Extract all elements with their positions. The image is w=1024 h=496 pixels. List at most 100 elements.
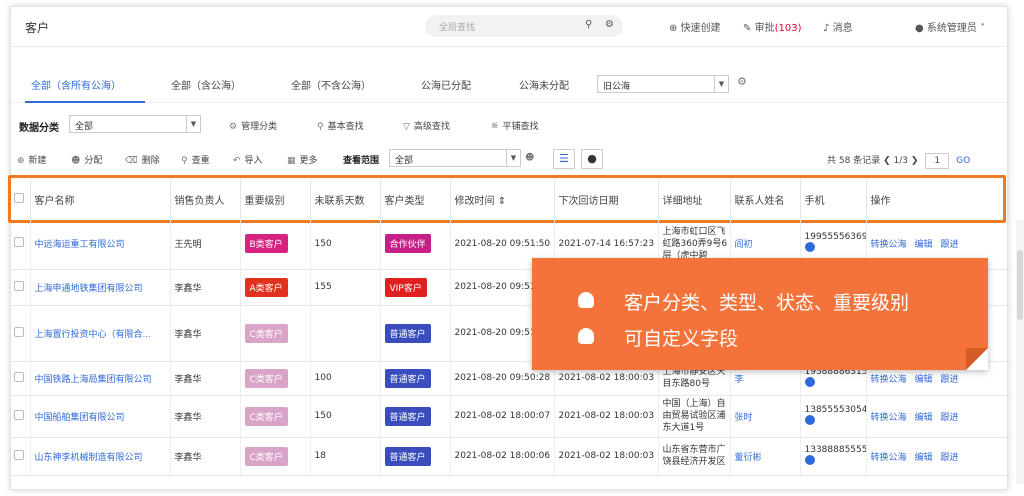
type-cell: 普通客户 xyxy=(380,437,451,476)
tab-pool-unassigned[interactable]: 公海未分配 xyxy=(519,77,569,92)
customer-name-link[interactable]: 上海置行投资中心（有限合... xyxy=(30,305,171,362)
row-checkbox[interactable] xyxy=(10,219,31,270)
row-checkbox[interactable] xyxy=(10,395,31,438)
basic-search-label: 基本查找 xyxy=(327,122,364,132)
row-checkbox[interactable] xyxy=(10,305,31,362)
edit-link[interactable]: 编辑 xyxy=(915,375,933,385)
scope-select[interactable]: 全部 ▼ xyxy=(389,149,521,167)
contact-link[interactable]: 张时 xyxy=(730,395,801,438)
follow-link[interactable]: 跟进 xyxy=(941,375,959,385)
manage-category-label: 管理分类 xyxy=(241,122,278,132)
globe-view-button[interactable]: ● xyxy=(581,149,603,169)
dedupe-label: 查重 xyxy=(191,156,210,166)
prev-page-icon[interactable]: ❮ xyxy=(883,156,891,166)
gear-icon[interactable]: ⚙ xyxy=(737,75,747,88)
type-badge: 普通客户 xyxy=(384,446,431,466)
assign-label: 分配 xyxy=(84,156,103,166)
customer-name-link[interactable]: 上海申通地铁集团有限公司 xyxy=(30,269,171,306)
type-cell: 普通客户 xyxy=(380,305,451,362)
col-type: 客户类型 xyxy=(380,179,451,219)
bell-icon: ♪ xyxy=(823,23,830,34)
import-label: 导入 xyxy=(244,156,263,166)
list-view-button[interactable]: ☰ xyxy=(553,149,575,169)
chevron-down-icon: ▼ xyxy=(186,116,200,132)
edit-link[interactable]: 编辑 xyxy=(915,413,933,423)
col-modified[interactable]: 修改时间 ⇕ xyxy=(450,179,555,219)
table-row[interactable]: 山东神李机械制造有限公司 李鑫华 C类客户 18 普通客户 2021-08-02 18:0… xyxy=(10,437,1009,476)
top-bar: 客户 全局查找 ⚲ ⚙ ⊕ 快速创建 ✎ 审批(103) ♪ 消息 ● 系统管理… xyxy=(11,7,1007,47)
row-checkbox[interactable] xyxy=(10,269,31,306)
more-button[interactable]: ▦ 更多 xyxy=(287,153,318,166)
vertical-scrollbar[interactable] xyxy=(1016,220,1024,484)
quick-create-button[interactable]: ⊕ 快速创建 xyxy=(669,19,721,34)
address-cell: 中国（上海）自由贸易试验区浦东大道1号 xyxy=(658,395,731,438)
user-filter-icon[interactable]: ☻ xyxy=(525,153,534,163)
type-cell: 普通客户 xyxy=(380,361,451,396)
scrollbar-thumb[interactable] xyxy=(1017,250,1023,320)
next-page-icon[interactable]: ❯ xyxy=(911,156,919,166)
row-checkbox[interactable] xyxy=(10,361,31,396)
dedupe-button[interactable]: ⚲ 查重 xyxy=(181,153,210,166)
new-label: 新建 xyxy=(28,156,47,166)
search-icon[interactable]: ⚲ xyxy=(585,19,592,30)
scope-label: 查看范围 xyxy=(343,156,380,166)
import-button[interactable]: ↶ 导入 xyxy=(233,153,263,166)
convert-pool-link[interactable]: 转换公海 xyxy=(871,375,907,385)
gear-icon[interactable]: ⚙ xyxy=(605,19,614,30)
chat-icon[interactable] xyxy=(804,242,815,253)
advanced-search-button[interactable]: ▽ 高级查找 xyxy=(403,119,450,132)
days-cell xyxy=(310,305,381,362)
data-category-select[interactable]: 全部 ▼ xyxy=(69,115,201,133)
convert-pool-link[interactable]: 转换公海 xyxy=(871,240,907,250)
chat-icon[interactable] xyxy=(804,454,815,465)
follow-link[interactable]: 跟进 xyxy=(941,413,959,423)
tile-search-button[interactable]: ≝ 平铺查找 xyxy=(491,119,539,132)
type-badge: 普通客户 xyxy=(384,368,431,388)
follow-link[interactable]: 跟进 xyxy=(941,453,959,463)
col-level: 重要级别 xyxy=(240,179,311,219)
message-button[interactable]: ♪ 消息 xyxy=(823,19,853,34)
level-badge: C类客户 xyxy=(244,323,288,343)
phone-number: 13855553054 xyxy=(804,404,866,415)
go-button[interactable]: GO xyxy=(956,156,970,166)
basic-search-button[interactable]: ⚲ 基本查找 xyxy=(317,119,364,132)
customer-name-link[interactable]: 中国铁路上海局集团有限公司 xyxy=(30,361,171,396)
edit-link[interactable]: 编辑 xyxy=(915,453,933,463)
contact-link[interactable]: 董衍彬 xyxy=(730,437,801,476)
manage-category-button[interactable]: ⚙ 管理分类 xyxy=(229,119,277,132)
user-menu[interactable]: ● 系统管理员 ˅ xyxy=(915,19,985,34)
approve-label: 审批 xyxy=(754,23,775,34)
active-tab-underline xyxy=(25,101,145,103)
chat-icon[interactable] xyxy=(804,376,815,387)
assign-button[interactable]: ☻ 分配 xyxy=(71,153,102,166)
tab-all-with-pool[interactable]: 全部（含公海） xyxy=(171,77,241,92)
chat-icon[interactable] xyxy=(804,414,815,425)
filter-list-icon: ≝ xyxy=(491,122,499,132)
approve-button[interactable]: ✎ 审批(103) xyxy=(743,19,801,34)
pool-select[interactable]: 旧公海 ▼ xyxy=(597,75,729,93)
col-next-visit: 下次回访日期 xyxy=(554,179,659,219)
level-cell: C类客户 xyxy=(240,305,311,362)
tab-all-with-pools[interactable]: 全部（含所有公海） xyxy=(31,77,121,92)
customer-name-link[interactable]: 中远海运重工有限公司 xyxy=(30,219,171,270)
level-badge: C类客户 xyxy=(244,368,288,388)
level-badge: C类客户 xyxy=(244,446,288,466)
tab-all-without-pool[interactable]: 全部（不含公海） xyxy=(291,77,371,92)
delete-button[interactable]: ⌫ 删除 xyxy=(125,153,160,166)
global-search[interactable]: 全局查找 ⚲ ⚙ xyxy=(425,15,623,37)
edit-link[interactable]: 编辑 xyxy=(915,240,933,250)
customer-name-link[interactable]: 中国船舶集团有限公司 xyxy=(30,395,171,438)
approve-icon: ✎ xyxy=(743,23,752,34)
row-checkbox[interactable] xyxy=(10,437,31,476)
table-row[interactable]: 中国船舶集团有限公司 李鑫华 C类客户 150 普通客户 2021-08-02 18:00… xyxy=(10,395,1009,438)
data-category-value: 全部 xyxy=(75,122,94,132)
select-all-checkbox[interactable] xyxy=(10,179,31,219)
page-input[interactable]: 1 xyxy=(925,153,950,169)
new-button[interactable]: ⊕ 新建 xyxy=(17,153,47,166)
follow-link[interactable]: 跟进 xyxy=(941,240,959,250)
convert-pool-link[interactable]: 转换公海 xyxy=(871,453,907,463)
convert-pool-link[interactable]: 转换公海 xyxy=(871,413,907,423)
customer-name-link[interactable]: 山东神李机械制造有限公司 xyxy=(30,437,171,476)
level-badge: B类客户 xyxy=(244,234,288,254)
tab-pool-assigned[interactable]: 公海已分配 xyxy=(421,77,471,92)
